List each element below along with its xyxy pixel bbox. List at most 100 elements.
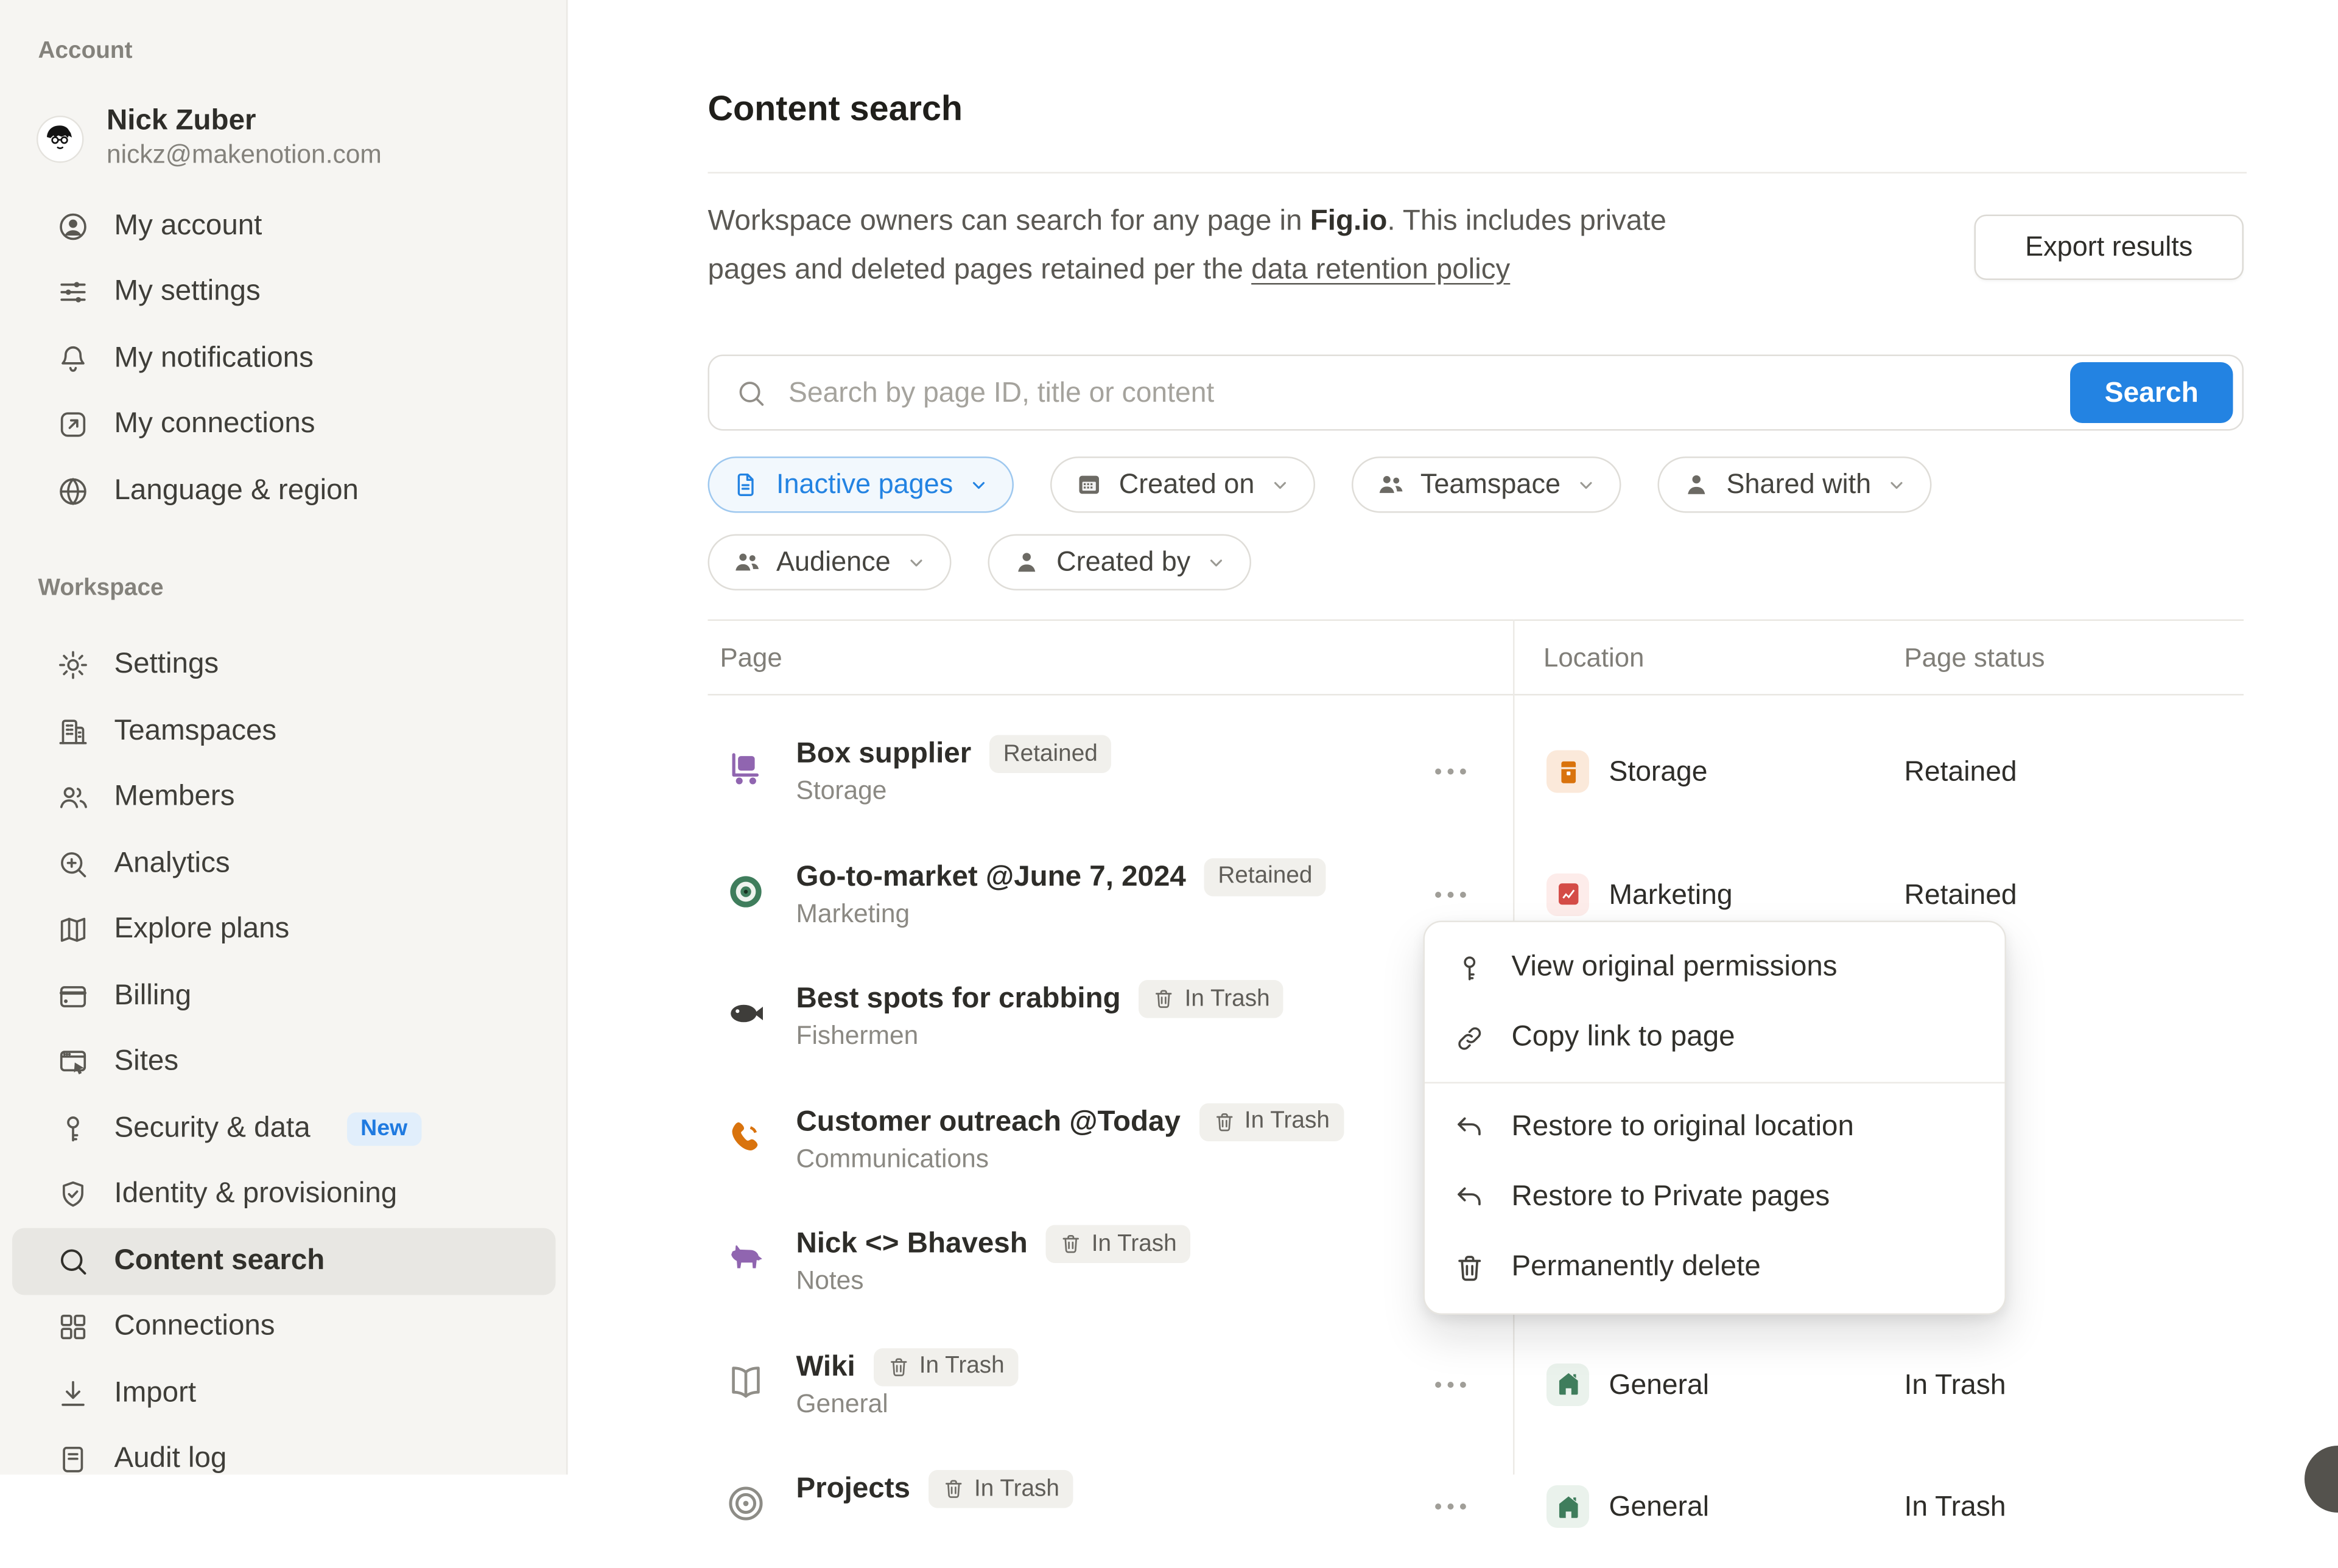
- sidebar-item-settings[interactable]: Settings: [12, 632, 556, 699]
- filter-chip-inactive-pages[interactable]: Inactive pages: [708, 457, 1014, 513]
- page-title-cell: Go-to-market @June 7, 2024: [796, 859, 1186, 894]
- user-circle-icon: [57, 209, 90, 243]
- column-header-page-status: Page status: [1904, 621, 2045, 694]
- location-cell: General: [1546, 1486, 1709, 1528]
- credit-card-icon: [57, 979, 90, 1013]
- filter-label: Created by: [1056, 547, 1190, 579]
- menu-item-permanently-delete[interactable]: Permanently delete: [1425, 1233, 2005, 1303]
- sidebar-item-audit-log[interactable]: Audit log: [12, 1427, 556, 1493]
- line-chart-icon: [1546, 873, 1589, 915]
- workspace-section-label: Workspace: [38, 573, 567, 602]
- user-account-row[interactable]: Nick Zuber nickz@makenotion.com: [37, 102, 545, 175]
- sidebar-item-sites[interactable]: Sites: [12, 1029, 556, 1096]
- workspace-nav: Settings Teamspaces Members Analytics Ex…: [0, 632, 566, 1493]
- chevron-down-icon: [968, 474, 989, 495]
- filter-chip-teamspace[interactable]: Teamspace: [1352, 457, 1621, 513]
- location-cell: Marketing: [1546, 873, 1733, 915]
- user-email: nickz@makenotion.com: [107, 139, 382, 172]
- user-avatar: [37, 115, 84, 163]
- row-more-icon[interactable]: [1430, 1486, 1472, 1528]
- page-title-cell: Projects: [796, 1472, 910, 1507]
- search-bar[interactable]: [708, 355, 2244, 431]
- filter-chip-audience[interactable]: Audience: [708, 534, 952, 591]
- sidebar-item-label: My settings: [114, 276, 261, 309]
- table-row[interactable]: Box supplierRetained Storage Storage Ret…: [708, 711, 2244, 833]
- chevron-down-icon: [1886, 474, 1908, 495]
- donkey-icon: [725, 1237, 767, 1280]
- sidebar-item-connections[interactable]: Connections: [12, 1294, 556, 1360]
- sidebar-item-label: My notifications: [114, 342, 314, 376]
- menu-item-view-original-permissions[interactable]: View original permissions: [1425, 933, 2005, 1003]
- export-results-button[interactable]: Export results: [1975, 215, 2244, 281]
- menu-item-restore-private-pages[interactable]: Restore to Private pages: [1425, 1163, 2005, 1233]
- home-icon: [1546, 1486, 1589, 1528]
- analytics-icon: [57, 847, 90, 881]
- sidebar-item-identity-provisioning[interactable]: Identity & provisioning: [12, 1162, 556, 1228]
- sidebar-item-analytics[interactable]: Analytics: [12, 831, 556, 897]
- key-icon: [57, 1112, 90, 1146]
- sidebar-item-label: Import: [114, 1377, 197, 1410]
- row-more-icon[interactable]: [1430, 1363, 1472, 1405]
- people-icon: [732, 548, 762, 577]
- menu-item-label: Permanently delete: [1512, 1251, 1761, 1284]
- open-book-icon: [725, 1360, 767, 1402]
- sidebar-item-label: Sites: [114, 1046, 179, 1079]
- table-row[interactable]: WikiIn Trash General General In Trash: [708, 1323, 2244, 1446]
- sidebar-item-import[interactable]: Import: [12, 1360, 556, 1427]
- workspace-name: Fig.io: [1310, 206, 1388, 238]
- page-title-cell: Customer outreach @Today: [796, 1104, 1181, 1139]
- sidebar-item-label: Identity & provisioning: [114, 1178, 398, 1212]
- title-divider: [708, 172, 2247, 174]
- row-more-icon[interactable]: [1430, 751, 1472, 793]
- sidebar-item-billing[interactable]: Billing: [12, 964, 556, 1030]
- filter-label: Shared with: [1727, 469, 1872, 501]
- sidebar-item-content-search[interactable]: Content search: [12, 1228, 556, 1295]
- filter-chip-created-on[interactable]: Created on: [1050, 457, 1315, 513]
- status-badge: In Trash: [1199, 1102, 1344, 1141]
- filter-row-2: Audience Created by: [708, 534, 1252, 591]
- search-button[interactable]: Search: [2070, 362, 2233, 423]
- status-badge: In Trash: [1139, 980, 1284, 1018]
- sidebar-item-language-region[interactable]: Language & region: [12, 458, 556, 525]
- search-input[interactable]: [785, 374, 2242, 411]
- row-context-menu: View original permissions Copy link to p…: [1424, 921, 2007, 1315]
- page-subtitle: Fishermen: [796, 1020, 919, 1053]
- location-cell: Storage: [1546, 751, 1707, 793]
- sidebar-item-label: Members: [114, 781, 235, 814]
- page-status-cell: Retained: [1904, 755, 2017, 789]
- help-button[interactable]: [2305, 1446, 2338, 1513]
- shield-check-icon: [57, 1178, 90, 1212]
- row-more-icon[interactable]: [1430, 873, 1472, 915]
- sidebar-item-my-account[interactable]: My account: [12, 194, 556, 260]
- table-row[interactable]: ProjectsIn Trash General In Trash: [708, 1446, 2244, 1568]
- data-retention-policy-link[interactable]: data retention policy: [1251, 254, 1510, 287]
- menu-item-label: Restore to Private pages: [1512, 1181, 1830, 1214]
- menu-item-copy-link[interactable]: Copy link to page: [1425, 1003, 2005, 1073]
- new-badge: New: [347, 1112, 421, 1146]
- menu-divider: [1425, 1082, 2005, 1084]
- map-icon: [57, 914, 90, 947]
- sidebar-item-my-connections[interactable]: My connections: [12, 392, 556, 458]
- content-search-page: Account Nick Zuber nickz@makenotion.com …: [0, 0, 2338, 1475]
- sidebar-item-explore-plans[interactable]: Explore plans: [12, 897, 556, 964]
- sidebar-item-teamspaces[interactable]: Teamspaces: [12, 699, 556, 765]
- description-text: pages and deleted pages retained per the: [708, 254, 1252, 287]
- sidebar-item-security-data[interactable]: Security & data New: [12, 1096, 556, 1162]
- filter-chip-created-by[interactable]: Created by: [988, 534, 1252, 591]
- page-icon: [732, 471, 762, 500]
- filter-label: Inactive pages: [776, 469, 953, 501]
- page-status-cell: In Trash: [1904, 1490, 2006, 1524]
- filter-chip-shared-with[interactable]: Shared with: [1658, 457, 1932, 513]
- sidebar-item-label: Security & data: [114, 1112, 311, 1146]
- filter-label: Audience: [776, 547, 891, 579]
- page-subtitle: Notes: [796, 1265, 864, 1298]
- status-badge: Retained: [989, 735, 1111, 774]
- sidebar-item-my-notifications[interactable]: My notifications: [12, 326, 556, 392]
- menu-item-label: Restore to original location: [1512, 1111, 1854, 1144]
- sidebar-item-label: Settings: [114, 649, 219, 682]
- audit-log-icon: [57, 1443, 90, 1477]
- account-nav: My account My settings My notifications …: [0, 194, 566, 525]
- sidebar-item-my-settings[interactable]: My settings: [12, 259, 556, 326]
- menu-item-restore-original-location[interactable]: Restore to original location: [1425, 1093, 2005, 1163]
- sidebar-item-members[interactable]: Members: [12, 765, 556, 831]
